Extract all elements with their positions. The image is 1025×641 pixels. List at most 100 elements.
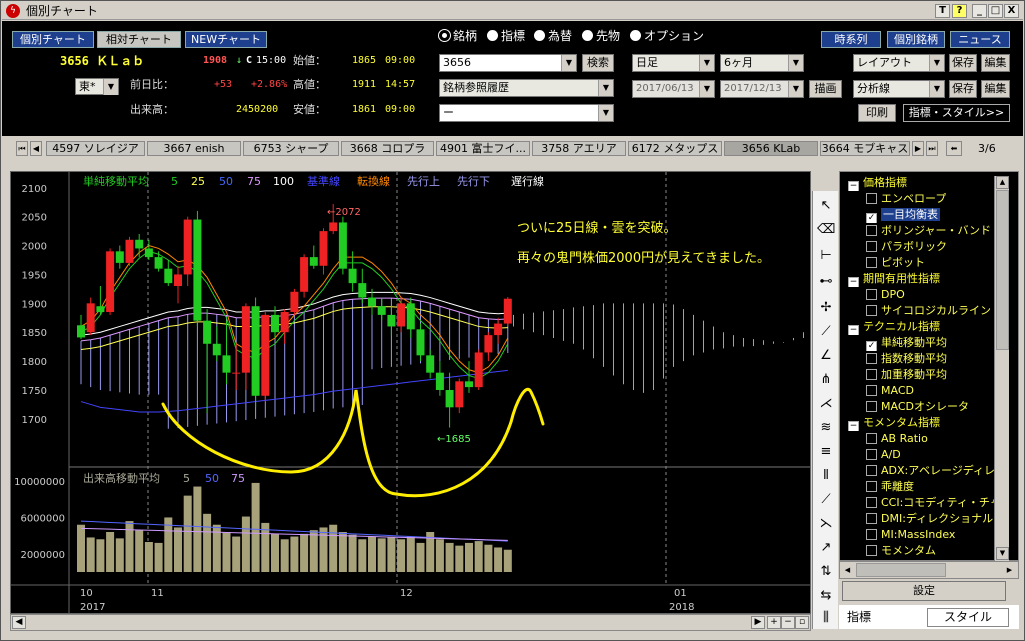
tab-indicator[interactable]: 指標 [841, 608, 925, 627]
scroll-thumb[interactable] [996, 190, 1009, 350]
tree-item[interactable]: ✓ 単純移動平均 [866, 335, 947, 351]
parallel-icon[interactable]: ≡ [817, 443, 835, 461]
next-icon[interactable]: ▶ [912, 141, 924, 156]
tree-item[interactable]: MACD [866, 383, 914, 399]
tree-item[interactable]: DPO [866, 287, 905, 303]
tree-item[interactable]: 加重移動平均 [866, 367, 947, 383]
tree-item[interactable]: 乖離度 [866, 479, 914, 495]
date-to-input[interactable]: 2017/12/13 ▼ [720, 80, 804, 98]
help-button[interactable]: ? [952, 4, 967, 18]
watchlist-tab[interactable]: 6753 シャープ [243, 141, 339, 156]
tree-item[interactable]: DMI:ディレクショナル [866, 511, 993, 527]
maximize-button[interactable]: □ [988, 4, 1003, 18]
watchlist-tab[interactable]: 3656 KLab [724, 141, 818, 156]
watchlist-tab[interactable]: 6172 メタップス [628, 141, 722, 156]
checkbox-icon[interactable] [866, 449, 877, 460]
search-button[interactable]: 検索 [582, 54, 614, 72]
period-icon[interactable]: ⇆ [817, 587, 835, 605]
tree-item[interactable]: MACDオシレータ [866, 399, 969, 415]
tree-group[interactable]: − モメンタム指標 [848, 415, 940, 431]
checkbox-icon[interactable] [866, 497, 877, 508]
scroll-right-icon[interactable]: ▶ [1003, 563, 1016, 577]
radio-0[interactable]: 銘柄 [439, 29, 477, 43]
watchlist-tab[interactable]: 3668 コロプラ [341, 141, 434, 156]
checkbox-icon[interactable] [866, 225, 877, 236]
trend-line-icon[interactable]: ⟋ [817, 323, 835, 341]
chart-canvas[interactable]: 2100205020001950190018501800175017001000… [11, 172, 810, 613]
stock-info-button[interactable]: 個別銘柄 [887, 31, 945, 48]
watchlist-tab[interactable]: 3758 アエリア [532, 141, 626, 156]
collapse-icon[interactable]: − [848, 421, 859, 431]
checkbox-icon[interactable] [866, 241, 877, 252]
last-icon[interactable]: ⏭ [926, 141, 938, 156]
history-select[interactable]: 銘柄参照履歴 ▼ [439, 79, 614, 97]
tree-group[interactable]: − 期間有用性指標 [848, 271, 940, 287]
period-unit-select[interactable]: 日足 ▼ [632, 54, 715, 72]
collapse-icon[interactable]: − [848, 181, 859, 191]
tree-item[interactable]: サイコロジカルライン [866, 303, 991, 319]
checkbox-icon[interactable] [866, 353, 877, 364]
line-icon[interactable]: ⊷ [817, 273, 835, 291]
checkbox-icon[interactable] [866, 465, 877, 476]
indicator-scrollbar[interactable]: ▲ ▼ [994, 176, 1009, 561]
tab-style[interactable]: スタイル [927, 608, 1009, 627]
tree-item[interactable]: パラボリック [866, 239, 947, 255]
radio-1[interactable]: 指標 [487, 29, 525, 43]
draw-button[interactable]: 描画 [809, 80, 842, 98]
checkbox-icon[interactable] [866, 385, 877, 396]
angle-icon[interactable]: ∠ [817, 347, 835, 365]
tree-item[interactable]: ボリンジャー・バンド [866, 223, 991, 239]
watchlist-tab[interactable]: 4597 ソレイジア [46, 141, 145, 156]
back-icon[interactable]: ⬅ [946, 141, 962, 156]
tree-item[interactable]: 指数移動平均 [866, 351, 947, 367]
spiral-icon[interactable]: ↗ [817, 539, 835, 557]
fibonacci-time-icon[interactable]: ⦀ [817, 467, 835, 485]
radio-2[interactable]: 為替 [534, 29, 572, 43]
indicator-hscroll[interactable]: ◀ ▶ [839, 561, 1019, 579]
zoom-out-icon[interactable]: − [781, 616, 795, 629]
tree-item[interactable]: AB Ratio [866, 431, 928, 447]
chart-hscroll[interactable]: ◀ ▶ + − ▫ [10, 614, 811, 631]
indicator-style-button[interactable]: 指標・スタイル>> [903, 104, 1010, 122]
eraser-icon[interactable]: ⌫ [817, 221, 835, 239]
tree-group[interactable]: − 価格指標 [848, 175, 907, 191]
analysis-save-button[interactable]: 保存 [949, 80, 977, 98]
checkbox-icon[interactable] [866, 369, 877, 380]
layout-select[interactable]: レイアウト ▼ [853, 54, 945, 72]
collapse-icon[interactable]: − [848, 277, 859, 287]
tab-relative-chart[interactable]: 相対チャート [97, 31, 181, 48]
tree-item[interactable]: CCI:コモディティ・チャ [866, 495, 1001, 511]
tree-item[interactable]: モメンタム [866, 543, 936, 559]
scroll-left-icon[interactable]: ◀ [841, 563, 854, 577]
tab-individual-chart[interactable]: 個別チャート [12, 31, 94, 48]
fibonacci-fan-icon[interactable]: ⋌ [817, 395, 835, 413]
print-button[interactable]: 印刷 [858, 104, 896, 122]
checkbox-icon[interactable] [866, 513, 877, 524]
checkbox-icon[interactable] [866, 545, 877, 556]
scroll-left-icon[interactable]: ◀ [12, 616, 26, 629]
checkbox-icon[interactable] [866, 193, 877, 204]
checkbox-icon[interactable] [866, 257, 877, 268]
tree-item[interactable]: ADX:アベレージディレ [866, 463, 995, 479]
checkbox-icon[interactable]: ✓ [866, 341, 877, 351]
font-button[interactable]: T [935, 4, 950, 18]
date-from-input[interactable]: 2017/06/13 ▼ [632, 80, 715, 98]
fibonacci-icon[interactable]: ≋ [817, 419, 835, 437]
checkbox-icon[interactable] [866, 289, 877, 300]
watchlist-tab[interactable]: 3664 モブキャス [820, 141, 910, 156]
watchlist-tab[interactable]: 3667 enish [147, 141, 241, 156]
period-range-select[interactable]: 6ヶ月 ▼ [720, 54, 804, 72]
collapse-icon[interactable]: − [848, 325, 859, 335]
checkbox-icon[interactable] [866, 305, 877, 316]
blank-select[interactable]: ー ▼ [439, 104, 614, 122]
scroll-right-icon[interactable]: ▶ [751, 616, 765, 629]
tree-item[interactable]: ✓ 一目均衡表 [866, 207, 940, 223]
tab-new-chart[interactable]: NEWチャート [185, 31, 267, 48]
watchlist-tab[interactable]: 4901 富士フイ... [436, 141, 530, 156]
pointer-icon[interactable]: ↖ [817, 197, 835, 215]
hscroll-thumb[interactable] [856, 563, 946, 577]
checkbox-icon[interactable] [866, 529, 877, 540]
minimize-button[interactable]: _ [972, 4, 987, 18]
radio-4[interactable]: オプション [630, 29, 704, 43]
horizontal-line-icon[interactable]: ⊢ [817, 247, 835, 265]
